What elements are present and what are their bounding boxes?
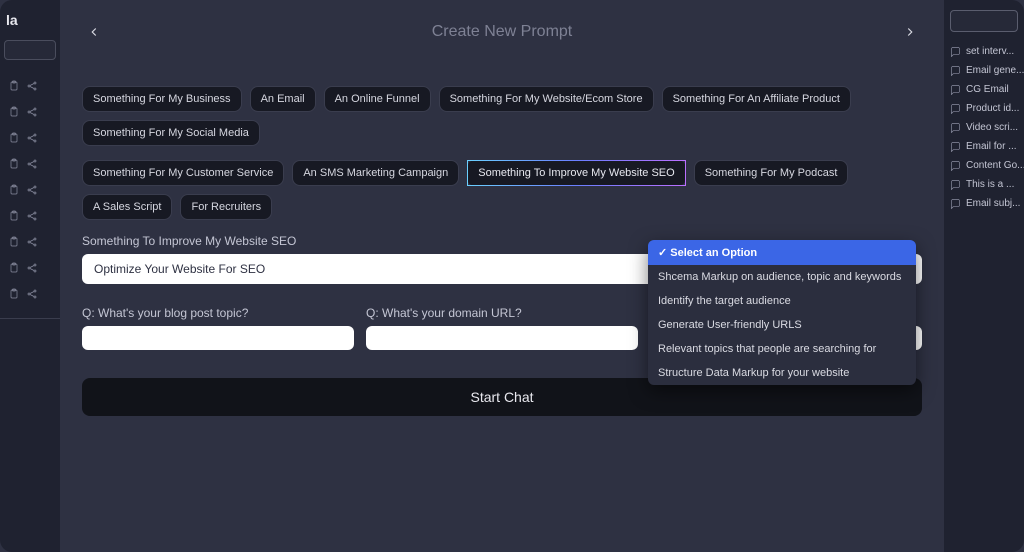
dd-option-topics[interactable]: Relevant topics that people are searchin… [648, 337, 916, 361]
recent-item[interactable]: Email gene... [944, 63, 1024, 78]
chip-funnel[interactable]: An Online Funnel [324, 86, 431, 112]
chip-sales-script[interactable]: A Sales Script [82, 194, 172, 220]
q2-label: Q: What's your domain URL? [366, 306, 638, 320]
left-item[interactable] [0, 180, 60, 200]
nav-next-button[interactable] [898, 20, 922, 44]
q2-input[interactable] [366, 326, 638, 350]
recent-item[interactable]: This is a ... [944, 177, 1024, 192]
recent-item-label: CG Email [966, 84, 1009, 95]
recent-item-label: set interv... [966, 46, 1014, 57]
start-chat-label: Start Chat [470, 389, 533, 405]
chip-website-ecom[interactable]: Something For My Website/Ecom Store [439, 86, 654, 112]
chip-seo[interactable]: Something To Improve My Website SEO [467, 160, 685, 186]
left-panel: la [0, 0, 60, 552]
recent-item-label: Content Go... [966, 160, 1024, 171]
share-icon [26, 132, 38, 144]
dd-option-audience[interactable]: Identify the target audience [648, 289, 916, 313]
share-icon [26, 106, 38, 118]
dd-option-structure[interactable]: Structure Data Markup for your website [648, 361, 916, 385]
recent-item-label: Video scri... [966, 122, 1018, 133]
share-icon [26, 184, 38, 196]
recent-item-label: Email subj... [966, 198, 1020, 209]
left-item[interactable] [0, 102, 60, 122]
q1-label: Q: What's your blog post topic? [82, 306, 354, 320]
category-chips-row1: Something For My Business An Email An On… [82, 86, 922, 146]
left-item[interactable] [0, 284, 60, 304]
chip-business[interactable]: Something For My Business [82, 86, 242, 112]
clipboard-icon [8, 158, 20, 170]
left-panel-title-fragment: la [0, 8, 60, 30]
nav-prev-button[interactable] [82, 20, 106, 44]
recent-item[interactable]: Content Go... [944, 158, 1024, 173]
left-item[interactable] [0, 154, 60, 174]
clipboard-icon [8, 106, 20, 118]
clipboard-icon [8, 236, 20, 248]
clipboard-icon [8, 288, 20, 300]
chip-sms[interactable]: An SMS Marketing Campaign [292, 160, 459, 186]
app-root: la [0, 0, 1024, 552]
chip-podcast[interactable]: Something For My Podcast [694, 160, 849, 186]
share-icon [26, 210, 38, 222]
chip-customer-service[interactable]: Something For My Customer Service [82, 160, 284, 186]
recent-item[interactable]: CG Email [944, 82, 1024, 97]
dd-option-urls[interactable]: Generate User-friendly URLS [648, 313, 916, 337]
recent-item-label: This is a ... [966, 179, 1014, 190]
category-chips-row2: Something For My Customer Service An SMS… [82, 160, 922, 220]
left-item[interactable] [0, 128, 60, 148]
left-search-stub[interactable] [4, 40, 56, 60]
left-item[interactable] [0, 232, 60, 252]
share-icon [26, 288, 38, 300]
recent-item-label: Product id... [966, 103, 1019, 114]
right-panel: set interv... Email gene... CG Email Pro… [944, 0, 1024, 552]
chip-email[interactable]: An Email [250, 86, 316, 112]
main-panel: Create New Prompt Something For My Busin… [60, 0, 944, 552]
recent-item[interactable]: set interv... [944, 44, 1024, 59]
q1-input[interactable] [82, 326, 354, 350]
left-item[interactable] [0, 258, 60, 278]
achieve-dropdown[interactable]: Select an Option Shcema Markup on audien… [648, 240, 916, 385]
recent-item-label: Email gene... [966, 65, 1024, 76]
page-title: Create New Prompt [60, 23, 944, 41]
right-panel-action[interactable] [950, 10, 1018, 32]
clipboard-icon [8, 80, 20, 92]
recent-item[interactable]: Product id... [944, 101, 1024, 116]
clipboard-icon [8, 132, 20, 144]
chip-social[interactable]: Something For My Social Media [82, 120, 260, 146]
recent-item[interactable]: Video scri... [944, 120, 1024, 135]
left-item[interactable] [0, 76, 60, 96]
clipboard-icon [8, 184, 20, 196]
question-col-2: Q: What's your domain URL? [366, 306, 638, 350]
left-item[interactable] [0, 206, 60, 226]
dd-option-select[interactable]: Select an Option [648, 240, 916, 265]
recent-item[interactable]: Email for ... [944, 139, 1024, 154]
share-icon [26, 158, 38, 170]
prompt-select-value: Optimize Your Website For SEO [94, 262, 265, 276]
header: Create New Prompt [82, 18, 922, 46]
chip-affiliate[interactable]: Something For An Affiliate Product [662, 86, 851, 112]
share-icon [26, 236, 38, 248]
recent-item-label: Email for ... [966, 141, 1017, 152]
clipboard-icon [8, 210, 20, 222]
chip-recruiters[interactable]: For Recruiters [180, 194, 272, 220]
clipboard-icon [8, 262, 20, 274]
question-col-1: Q: What's your blog post topic? [82, 306, 354, 350]
dd-option-schema[interactable]: Shcema Markup on audience, topic and key… [648, 265, 916, 289]
share-icon [26, 262, 38, 274]
divider [0, 318, 60, 319]
share-icon [26, 80, 38, 92]
recent-item[interactable]: Email subj... [944, 196, 1024, 211]
